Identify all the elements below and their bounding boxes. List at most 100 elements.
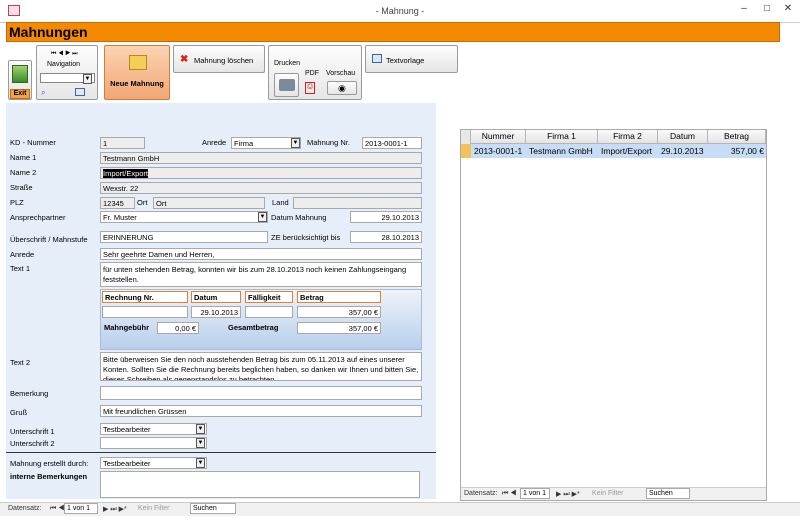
plz-field[interactable]: 12345 xyxy=(100,197,135,209)
text2-field[interactable]: Bitte überweisen Sie den noch ausstehend… xyxy=(100,352,422,381)
u1-select[interactable]: Testbearbeiter xyxy=(100,423,207,435)
grid-next-record-icon[interactable]: ▶ ⏭ ▶* xyxy=(556,490,580,499)
delete-reminder-button[interactable]: ✖ Mahnung löschen xyxy=(173,45,265,73)
datum-field[interactable]: 29.10.2013 xyxy=(350,211,422,223)
fee-field[interactable]: 0,00 € xyxy=(157,322,199,334)
minimize-button[interactable]: – xyxy=(734,3,754,17)
divider xyxy=(6,452,436,453)
ort-field[interactable]: Ort xyxy=(153,197,265,209)
delete-reminder-label: Mahnung löschen xyxy=(194,56,254,65)
record-nav-arrows-icon[interactable]: ⏮ ◀ ▶ ⏭ xyxy=(51,51,78,58)
erstellt-label: Mahnung erstellt durch: xyxy=(10,459,89,468)
form-header: Mahnungen xyxy=(6,22,780,42)
filter-button[interactable]: Kein Filter xyxy=(138,505,170,512)
table-cell[interactable]: Import/Export xyxy=(598,144,658,158)
chevron-down-icon[interactable]: ▼ xyxy=(258,212,267,222)
land-field[interactable] xyxy=(293,197,422,209)
erstellt-select[interactable]: Testbearbeiter xyxy=(100,457,207,469)
land-label: Land xyxy=(272,198,289,207)
form-header-title: Mahnungen xyxy=(9,24,88,40)
kd-label: KD - Nummer xyxy=(10,138,56,147)
u2-select[interactable] xyxy=(100,437,207,449)
record-nav-label: Datensatz: xyxy=(8,505,42,512)
table-cell[interactable]: 29.10.2013 xyxy=(658,144,708,158)
intern-field[interactable] xyxy=(100,471,420,498)
print-button[interactable] xyxy=(274,73,299,97)
col-header-firma1[interactable]: Firma 1 xyxy=(526,130,598,144)
invoice-amount-header: Betrag xyxy=(297,291,381,303)
exit-icon xyxy=(12,65,28,83)
grid-first-record-icon[interactable]: ⏮ ◀ xyxy=(502,490,517,498)
invoice-amount-field[interactable]: 357,00 € xyxy=(297,306,381,318)
window-title: - Mahnung - xyxy=(375,6,425,16)
chevron-down-icon[interactable]: ▼ xyxy=(196,438,205,448)
chevron-down-icon[interactable]: ▼ xyxy=(291,138,300,148)
grid-nav-label: Datensatz: xyxy=(464,490,498,497)
preview-button[interactable]: ◉ xyxy=(327,81,357,95)
bemerkung-field[interactable] xyxy=(100,386,422,400)
text2-label: Text 2 xyxy=(10,358,31,367)
plz-label: PLZ xyxy=(10,198,24,207)
kd-field[interactable]: 1 xyxy=(100,137,145,149)
mahnnr-field[interactable]: 2013-0001-1 xyxy=(362,137,422,149)
table-row[interactable]: 2013-0001-1 xyxy=(471,144,526,158)
chevron-down-icon[interactable]: ▼ xyxy=(196,424,205,434)
nav-search-input[interactable]: Suchen xyxy=(190,503,236,514)
col-header-datum[interactable]: Datum xyxy=(658,130,708,144)
first-record-icon[interactable]: ⏮ ◀ xyxy=(50,505,65,513)
fee-label: Mahngebühr xyxy=(104,323,149,332)
col-header-firma2[interactable]: Firma 2 xyxy=(598,130,658,144)
close-button[interactable]: ✕ xyxy=(778,3,798,17)
table-cell[interactable]: Testmann GmbH xyxy=(526,144,598,158)
grid-record-position[interactable]: 1 von 1 xyxy=(520,488,550,499)
name2-selected-text: Import/Export xyxy=(103,169,149,178)
title-bar: - Mahnung - – □ ✕ xyxy=(0,0,800,22)
strasse-field[interactable]: Wexstr. 22 xyxy=(100,182,422,194)
name1-label: Name 1 xyxy=(10,153,37,162)
exit-button[interactable]: Exit xyxy=(8,60,32,100)
name2-label: Name 2 xyxy=(10,168,37,177)
total-field[interactable]: 357,00 € xyxy=(297,322,381,334)
search-icon[interactable]: ⌕ xyxy=(41,88,45,98)
ueber-field[interactable]: ERINNERUNG xyxy=(100,231,268,243)
text-template-label: Textvorlage xyxy=(386,56,425,65)
form-view-icon[interactable] xyxy=(75,88,85,96)
new-folder-icon xyxy=(129,55,147,70)
next-record-icon[interactable]: ▶ ⏭ ▶* xyxy=(103,505,127,514)
gruss-field[interactable]: Mit freundlichen Grüssen xyxy=(100,405,422,417)
anrede2-field[interactable]: Sehr geehrte Damen und Herren, xyxy=(100,248,422,260)
grid-search-input[interactable]: Suchen xyxy=(646,488,690,499)
grid-filter-button[interactable]: Kein Filter xyxy=(592,490,624,497)
preview-label: Vorschau xyxy=(326,70,356,77)
navigation-label: Navigation xyxy=(47,61,81,68)
text-template-button[interactable]: Textvorlage xyxy=(365,45,458,73)
row-selector[interactable] xyxy=(461,144,471,158)
record-position[interactable]: 1 von 1 xyxy=(64,503,98,514)
ueber-label: Überschrift / Mahnstufe xyxy=(10,235,88,244)
pdf-label: PDF xyxy=(305,70,319,77)
name1-field[interactable]: Testmann GmbH xyxy=(100,152,422,164)
table-cell[interactable]: 357,00 € xyxy=(708,144,766,158)
anrede-label: Anrede xyxy=(202,138,227,147)
invoice-due-field[interactable] xyxy=(245,306,293,318)
u1-label: Unterschrift 1 xyxy=(10,427,55,436)
name2-field[interactable]: Import/Export xyxy=(100,167,422,179)
maximize-button[interactable]: □ xyxy=(757,3,777,17)
invoice-date-field[interactable]: 29.10.2013 xyxy=(191,306,241,318)
pdf-icon[interactable]: ⎙ xyxy=(305,82,315,94)
chevron-down-icon[interactable]: ▼ xyxy=(196,458,205,468)
u2-label: Unterschrift 2 xyxy=(10,439,55,448)
navigation-group: ⏮ ◀ ▶ ⏭ Navigation ▼ ⌕ xyxy=(36,45,98,100)
text1-field[interactable]: für unten stehenden Betrag, konnten wir … xyxy=(100,262,422,287)
exit-label: Exit xyxy=(10,89,30,99)
ansprech-select[interactable]: Fr. Muster xyxy=(100,211,268,223)
invoice-nr-field[interactable] xyxy=(102,306,188,318)
new-reminder-button[interactable]: Neue Mahnung xyxy=(104,45,170,100)
chevron-down-icon[interactable]: ▼ xyxy=(83,74,92,84)
col-header-betrag[interactable]: Betrag xyxy=(708,130,766,144)
eye-icon: ◉ xyxy=(338,83,346,93)
ansprech-label: Ansprechpartner xyxy=(10,213,66,222)
gruss-label: Gruß xyxy=(10,408,28,417)
col-header-nummer[interactable]: Nummer xyxy=(471,130,526,144)
ze-field[interactable]: 28.10.2013 xyxy=(350,231,422,243)
